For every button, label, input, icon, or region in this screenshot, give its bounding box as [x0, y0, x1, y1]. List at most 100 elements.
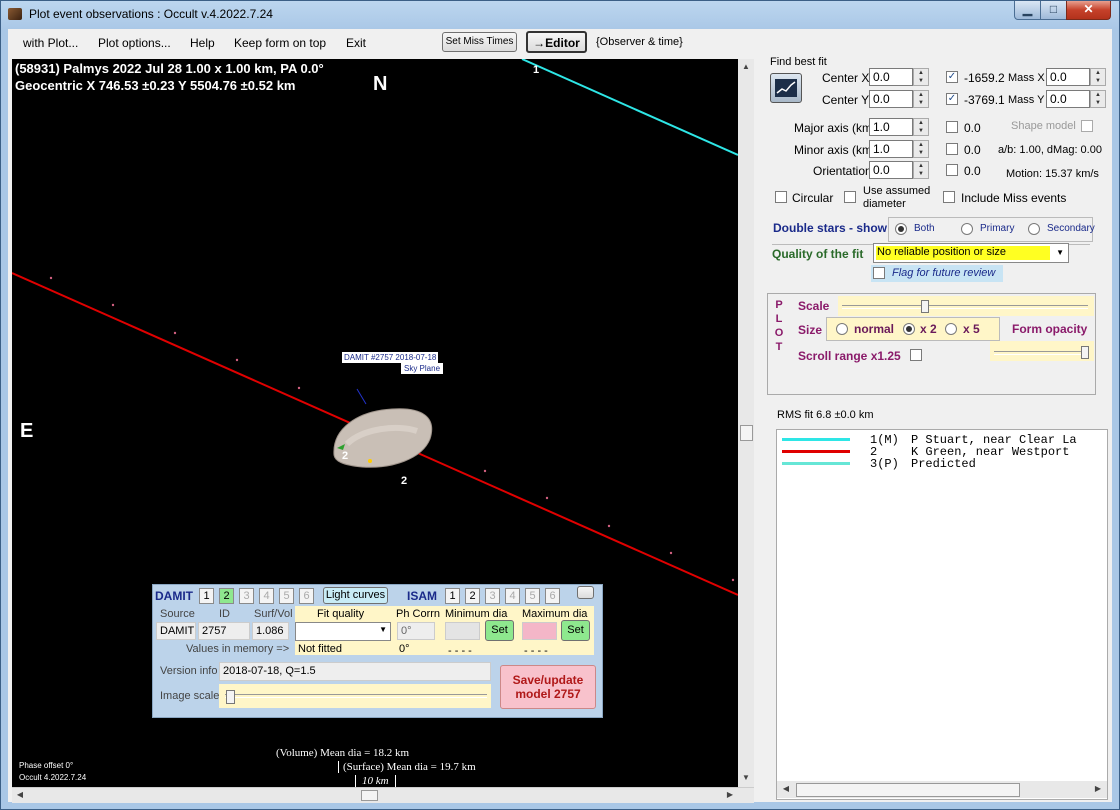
legend-horizontal-scrollbar[interactable]: ◀ ▶ [777, 781, 1107, 798]
legend-row-1[interactable]: 1(M) P Stuart, near Clear La [777, 433, 1107, 447]
find-best-fit-button[interactable] [770, 73, 802, 103]
center-y-input[interactable]: 0.0 [869, 90, 913, 108]
observer-time-label: {Observer & time} [596, 36, 683, 48]
form-opacity-thumb[interactable] [1081, 346, 1090, 359]
size-x2-label: x 2 [920, 322, 937, 336]
use-assumed-checkbox[interactable] [844, 191, 856, 203]
damit-model-2[interactable]: 2 [219, 588, 234, 604]
center-y-checkbox[interactable]: ✓ [946, 93, 958, 105]
size-x5-radio[interactable] [945, 323, 957, 335]
mass-y-label: Mass Y [1008, 94, 1045, 106]
close-button[interactable]: ✕ [1066, 1, 1111, 20]
mass-x-input[interactable]: 0.0 [1046, 68, 1090, 86]
scroll-right-icon[interactable]: ▶ [723, 788, 737, 802]
max-memory-value: - - - - [524, 645, 548, 657]
quality-dropdown[interactable]: No reliable position or size ▼ [873, 243, 1069, 263]
set-miss-times-button[interactable]: Set Miss Times [442, 32, 517, 52]
menu-help[interactable]: Help [190, 36, 215, 50]
damit-model-3[interactable]: 3 [239, 588, 254, 604]
damit-model-1[interactable]: 1 [199, 588, 214, 604]
horizontal-scroll-thumb[interactable] [361, 790, 378, 801]
center-x-spinner[interactable]: ▲ ▼ [913, 68, 929, 86]
isam-model-3[interactable]: 3 [485, 588, 500, 604]
scroll-down-icon[interactable]: ▼ [739, 771, 753, 785]
legend-scroll-thumb[interactable] [796, 783, 1020, 797]
image-scale-label: Image scale [160, 690, 220, 702]
size-group: normal x 2 x 5 [826, 317, 1000, 341]
orientation-input[interactable]: 0.0 [869, 161, 913, 179]
menu-keep-on-top[interactable]: Keep form on top [234, 36, 326, 50]
isam-model-5[interactable]: 5 [525, 588, 540, 604]
scroll-range-checkbox[interactable] [910, 349, 922, 361]
flag-review-checkbox[interactable] [873, 267, 885, 279]
save-update-model-button[interactable]: Save/update model 2757 [500, 665, 596, 709]
fit-panel: Find best fit Center X 0.0 ▲ ▼ ✓ -1659.2 … [755, 56, 1112, 802]
size-x2-radio[interactable] [903, 323, 915, 335]
mass-y-spinner[interactable]: ▲ ▼ [1090, 90, 1106, 108]
scale-slider[interactable] [838, 296, 1094, 316]
include-miss-checkbox[interactable] [943, 191, 955, 203]
minor-axis-input[interactable]: 1.0 [869, 140, 913, 158]
center-x-input[interactable]: 0.0 [869, 68, 913, 86]
chevron-down-icon: ▼ [379, 625, 387, 634]
plot-horizontal-scrollbar[interactable]: ◀ ▶ [12, 787, 754, 803]
minimize-button[interactable]: ▁ [1014, 1, 1041, 20]
scale-slider-thumb[interactable] [921, 300, 930, 313]
menu-with-plot[interactable]: with Plot... [23, 36, 78, 50]
major-axis-checkbox[interactable] [946, 121, 958, 133]
include-miss-label: Include Miss events [961, 191, 1067, 205]
major-axis-spinner[interactable]: ▲ ▼ [913, 118, 929, 136]
isam-model-2[interactable]: 2 [465, 588, 480, 604]
flag-review-area: Flag for future review [871, 265, 1003, 282]
save-update-line2: model 2757 [515, 687, 581, 701]
major-axis-input[interactable]: 1.0 [869, 118, 913, 136]
maximize-button[interactable]: □ [1040, 1, 1067, 20]
both-radio[interactable] [895, 223, 907, 235]
light-curves-button[interactable]: Light curves [323, 587, 388, 604]
primary-radio[interactable] [961, 223, 973, 235]
damit-model-5[interactable]: 5 [279, 588, 294, 604]
center-x-checkbox[interactable]: ✓ [946, 71, 958, 83]
shape-model-checkbox[interactable] [1081, 120, 1093, 132]
isam-model-4[interactable]: 4 [505, 588, 520, 604]
form-opacity-slider[interactable] [990, 341, 1094, 361]
plot-vertical-scrollbar[interactable]: ▲ ▼ [738, 59, 754, 787]
main-window: Plot event observations : Occult v.4.202… [0, 0, 1120, 810]
isam-model-1[interactable]: 1 [445, 588, 460, 604]
legend-row-3[interactable]: 3(P) Predicted [777, 457, 1107, 471]
orientation-spinner[interactable]: ▲ ▼ [913, 161, 929, 179]
orientation-checkbox[interactable] [946, 164, 958, 176]
legend-row-2[interactable]: 2 K Green, near Westport [777, 445, 1107, 459]
mass-x-spinner[interactable]: ▲ ▼ [1090, 68, 1106, 86]
size-normal-radio[interactable] [836, 323, 848, 335]
observer-legend-list[interactable]: 1(M) P Stuart, near Clear La 2 K Green, … [776, 429, 1108, 800]
image-scale-slider[interactable] [219, 684, 491, 708]
damit-model-6[interactable]: 6 [299, 588, 314, 604]
circular-checkbox[interactable] [775, 191, 787, 203]
max-dia-value [522, 622, 557, 640]
legend-scroll-right-icon[interactable]: ▶ [1091, 782, 1105, 796]
set-max-dia-button[interactable]: Set [561, 620, 590, 641]
size-label: Size [798, 323, 823, 337]
damit-collapse-button[interactable] [577, 586, 594, 599]
mass-y-input[interactable]: 0.0 [1046, 90, 1090, 108]
set-min-dia-button[interactable]: Set [485, 620, 514, 641]
secondary-radio[interactable] [1028, 223, 1040, 235]
vertical-scroll-thumb[interactable] [740, 425, 753, 441]
isam-model-6[interactable]: 6 [545, 588, 560, 604]
east-label: E [20, 420, 34, 442]
scroll-left-icon[interactable]: ◀ [13, 788, 27, 802]
save-update-line1: Save/update [512, 673, 584, 687]
center-y-spinner[interactable]: ▲ ▼ [913, 90, 929, 108]
minor-axis-spinner[interactable]: ▲ ▼ [913, 140, 929, 158]
scroll-up-icon[interactable]: ▲ [739, 60, 753, 74]
image-scale-thumb[interactable] [226, 690, 235, 704]
editor-button[interactable]: →Editor [526, 31, 587, 53]
minor-axis-checkbox[interactable] [946, 143, 958, 155]
menu-plot-options[interactable]: Plot options... [98, 36, 171, 50]
legend-scroll-left-icon[interactable]: ◀ [779, 782, 793, 796]
fit-quality-dropdown[interactable]: ▼ [295, 622, 391, 641]
damit-model-4[interactable]: 4 [259, 588, 274, 604]
menu-exit[interactable]: Exit [346, 36, 366, 50]
double-stars-label: Double stars - show [773, 221, 888, 235]
